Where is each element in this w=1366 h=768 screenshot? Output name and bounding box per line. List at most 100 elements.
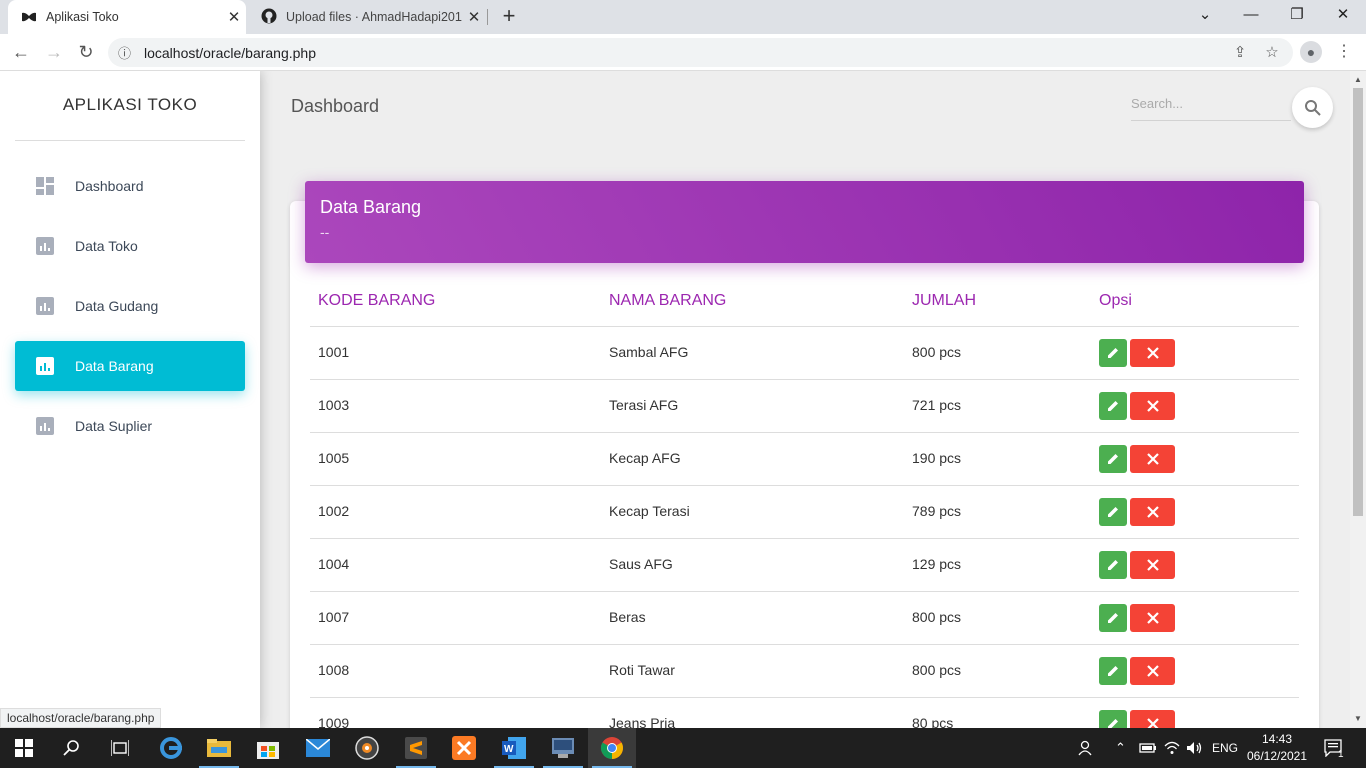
close-icon	[1146, 718, 1159, 728]
scroll-up-icon[interactable]: ▲	[1350, 72, 1366, 88]
address-bar[interactable]: ⓘ localhost/oracle/barang.php ⇪ ☆	[108, 38, 1293, 67]
language-indicator[interactable]: ENG	[1212, 728, 1238, 768]
edit-button[interactable]	[1099, 445, 1127, 473]
pencil-icon	[1108, 348, 1118, 358]
table-cell: Kecap AFG	[609, 450, 681, 466]
sublime-text-icon[interactable]	[392, 728, 440, 768]
table-cell: 800 pcs	[912, 344, 962, 360]
word-icon[interactable]: W	[490, 728, 538, 768]
windows-start-icon[interactable]	[0, 728, 48, 768]
table-cell: 800 pcs	[912, 609, 962, 625]
pencil-icon	[1108, 507, 1118, 517]
restore-button[interactable]: ❐	[1274, 0, 1320, 32]
sidebar-item-data-toko[interactable]: Data Toko	[15, 221, 245, 271]
people-icon[interactable]	[1078, 728, 1096, 768]
clock-time: 14:43	[1261, 732, 1293, 746]
close-tab-icon[interactable]: ✕	[222, 8, 246, 26]
row-actions	[1099, 339, 1175, 367]
share-icon[interactable]: ⇪	[1228, 38, 1252, 67]
table-cell: Saus AFG	[609, 556, 673, 572]
sidebar-item-data-gudang[interactable]: Data Gudang	[15, 281, 245, 331]
pencil-icon	[1108, 666, 1118, 676]
scroll-down-icon[interactable]: ▼	[1350, 711, 1366, 727]
edit-button[interactable]	[1099, 392, 1127, 420]
bookmark-star-icon[interactable]: ☆	[1260, 38, 1284, 67]
edit-button[interactable]	[1099, 657, 1127, 685]
delete-button[interactable]	[1130, 339, 1175, 367]
site-info-icon[interactable]: ⓘ	[118, 43, 140, 62]
search-icon[interactable]	[48, 728, 96, 768]
back-icon[interactable]: ←	[8, 39, 34, 65]
battery-icon[interactable]	[1139, 728, 1157, 768]
table-row: 1005 Kecap AFG 190 pcs	[310, 433, 1299, 486]
close-icon	[1146, 400, 1159, 412]
browser-tab-strip: Aplikasi Toko ✕ Upload files · AhmadHada…	[0, 0, 1366, 34]
search-button[interactable]	[1292, 87, 1333, 128]
mail-icon[interactable]	[294, 728, 342, 768]
close-window-button[interactable]: ✕	[1320, 0, 1366, 32]
sidebar-item-dashboard[interactable]: Dashboard	[15, 161, 245, 211]
edit-button[interactable]	[1099, 710, 1127, 728]
edit-button[interactable]	[1099, 604, 1127, 632]
delete-button[interactable]	[1130, 445, 1175, 473]
search-input[interactable]: Search...	[1131, 95, 1291, 121]
table-cell: 1004	[318, 556, 350, 572]
wifi-icon[interactable]	[1164, 728, 1180, 768]
edit-button[interactable]	[1099, 551, 1127, 579]
delete-button[interactable]	[1130, 498, 1175, 526]
card-header: Data Barang --	[305, 181, 1304, 263]
tab-aplikasi-toko[interactable]: Aplikasi Toko ✕	[8, 0, 246, 34]
table-cell: 1001	[318, 344, 350, 360]
xampp-icon[interactable]	[440, 728, 488, 768]
sidebar: APLIKASI TOKO Dashboard Data Toko Data G…	[0, 71, 260, 728]
notification-center-icon[interactable]: 1	[1324, 728, 1344, 768]
tab-search-icon[interactable]: ⌄	[1182, 0, 1228, 32]
brand-logo-text[interactable]: APLIKASI TOKO	[15, 86, 245, 141]
tab-github-upload[interactable]: Upload files · AhmadHadapi201/ ✕	[248, 0, 486, 34]
sidebar-item-label: Dashboard	[75, 178, 144, 194]
pencil-icon	[1108, 613, 1118, 623]
new-tab-button[interactable]: +	[498, 4, 520, 30]
edge-icon[interactable]	[147, 728, 195, 768]
task-view-icon[interactable]	[96, 728, 144, 768]
edit-button[interactable]	[1099, 339, 1127, 367]
reload-icon[interactable]: ↻	[73, 39, 99, 65]
sidebar-item-data-suplier[interactable]: Data Suplier	[15, 401, 245, 451]
row-actions	[1099, 498, 1175, 526]
media-player-icon[interactable]	[343, 728, 391, 768]
file-explorer-icon[interactable]	[195, 728, 243, 768]
table-cell: 1002	[318, 503, 350, 519]
table-cell: 789 pcs	[912, 503, 962, 519]
forward-icon[interactable]: →	[41, 39, 67, 65]
column-header: KODE BARANG	[318, 292, 436, 309]
store-icon[interactable]	[244, 728, 292, 768]
github-icon	[260, 8, 278, 27]
close-tab-icon[interactable]: ✕	[462, 8, 486, 26]
delete-button[interactable]	[1130, 604, 1175, 632]
table-cell: Roti Tawar	[609, 662, 675, 678]
chevron-up-icon[interactable]: ⌃	[1115, 728, 1126, 768]
pencil-icon	[1108, 454, 1118, 464]
delete-button[interactable]	[1130, 657, 1175, 685]
edit-button[interactable]	[1099, 498, 1127, 526]
column-header: Opsi	[1099, 292, 1132, 309]
tab-divider	[487, 9, 488, 25]
sidebar-item-label: Data Gudang	[75, 298, 159, 314]
delete-button[interactable]	[1130, 392, 1175, 420]
sidebar-item-data-barang[interactable]: Data Barang	[15, 341, 245, 391]
menu-kebab-icon[interactable]: ⋮	[1331, 39, 1357, 65]
delete-button[interactable]	[1130, 551, 1175, 579]
minimize-button[interactable]: —	[1228, 0, 1274, 32]
row-actions	[1099, 392, 1175, 420]
delete-button[interactable]	[1130, 710, 1175, 728]
volume-icon[interactable]	[1186, 728, 1204, 768]
dashboard-icon	[35, 177, 55, 195]
clock[interactable]: 14:43 06/12/2021	[1244, 731, 1310, 765]
scrollbar-thumb[interactable]	[1353, 88, 1363, 516]
table-cell: Kecap Terasi	[609, 503, 690, 519]
sql-developer-icon[interactable]	[539, 728, 587, 768]
profile-avatar-icon[interactable]: ●	[1300, 41, 1322, 63]
chrome-icon[interactable]	[588, 728, 636, 768]
table-cell: Jeans Pria	[609, 715, 676, 728]
windows-taskbar: W ⌃ ENG 14:43 06/12/2021 1	[0, 728, 1366, 768]
